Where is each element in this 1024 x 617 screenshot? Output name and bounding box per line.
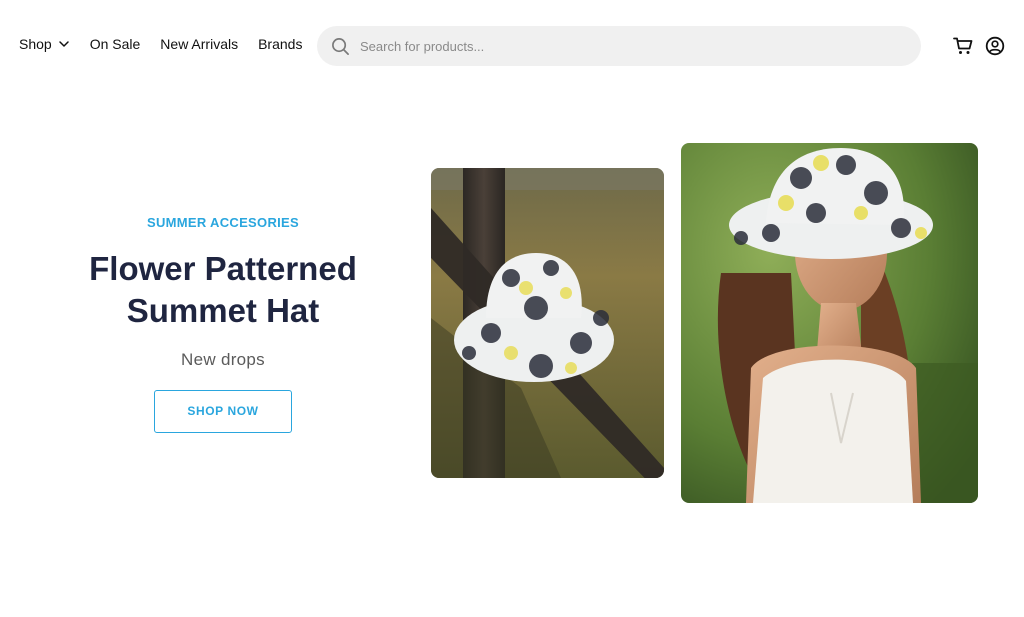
main-nav: Shop On Sale New Arrivals Brands — [19, 36, 302, 52]
hero-title-line2: Summet Hat — [126, 292, 320, 329]
nav-item-shop[interactable]: Shop — [19, 36, 70, 52]
user-circle-icon[interactable] — [985, 36, 1005, 56]
shop-now-button[interactable]: SHOP NOW — [154, 390, 292, 433]
site-header: Shop On Sale New Arrivals Brands — [0, 0, 1024, 92]
product-image-woman-in-hat — [681, 143, 978, 503]
nav-item-label: On Sale — [89, 36, 141, 52]
nav-item-label: New Arrivals — [160, 36, 239, 52]
hero-subtitle: New drops — [181, 350, 265, 369]
product-image-hat-on-fence — [431, 168, 664, 478]
nav-item-new-arrivals[interactable]: New Arrivals — [160, 36, 238, 52]
search-icon — [331, 37, 350, 56]
search-bar — [317, 26, 921, 66]
nav-item-brands[interactable]: Brands — [258, 36, 302, 52]
nav-item-on-sale[interactable]: On Sale — [90, 36, 141, 52]
nav-item-label: Brands — [258, 36, 303, 52]
nav-item-label: Shop — [19, 36, 52, 52]
hero-eyebrow: SUMMER ACCESORIES — [147, 215, 299, 230]
search-input[interactable] — [360, 38, 900, 54]
hero-section: SUMMER ACCESORIES Flower Patterned Summe… — [40, 200, 406, 433]
cart-icon[interactable] — [953, 36, 973, 56]
hero-title: Flower Patterned Summet Hat — [40, 248, 406, 332]
hero-title-line1: Flower Patterned — [89, 250, 357, 287]
chevron-down-icon — [58, 38, 70, 50]
